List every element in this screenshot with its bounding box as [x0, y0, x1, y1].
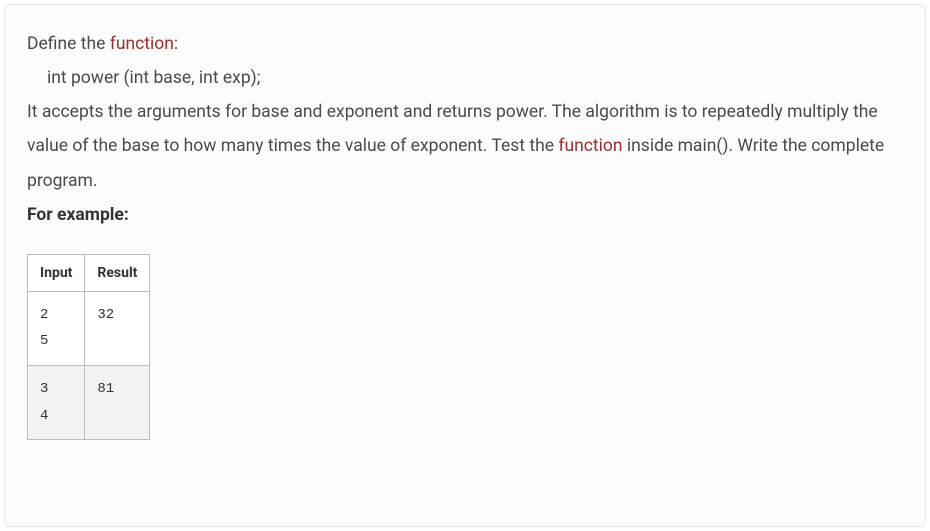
function-link-1[interactable]: function: [110, 34, 174, 54]
define-prefix: Define the: [27, 34, 110, 54]
cell-input: 3 4: [28, 365, 85, 439]
example-label: For example:: [27, 198, 903, 232]
question-panel: Define the function: int power (int base…: [4, 4, 926, 527]
cell-input: 2 5: [28, 291, 85, 365]
cell-result: 32: [85, 291, 150, 365]
colon: :: [174, 34, 178, 54]
table-row: 3 4 81: [28, 365, 150, 439]
function-link-2[interactable]: function: [558, 136, 622, 156]
header-input: Input: [28, 254, 85, 291]
table-row: 2 5 32: [28, 291, 150, 365]
table-header-row: Input Result: [28, 254, 150, 291]
example-table: Input Result 2 5 32 3 4 81: [27, 254, 150, 440]
cell-result: 81: [85, 365, 150, 439]
header-result: Result: [85, 254, 150, 291]
question-description: It accepts the arguments for base and ex…: [27, 95, 903, 197]
question-text: Define the function:: [27, 27, 903, 61]
function-signature: int power (int base, int exp);: [47, 61, 903, 95]
example-table-wrap: Input Result 2 5 32 3 4 81: [27, 254, 903, 440]
